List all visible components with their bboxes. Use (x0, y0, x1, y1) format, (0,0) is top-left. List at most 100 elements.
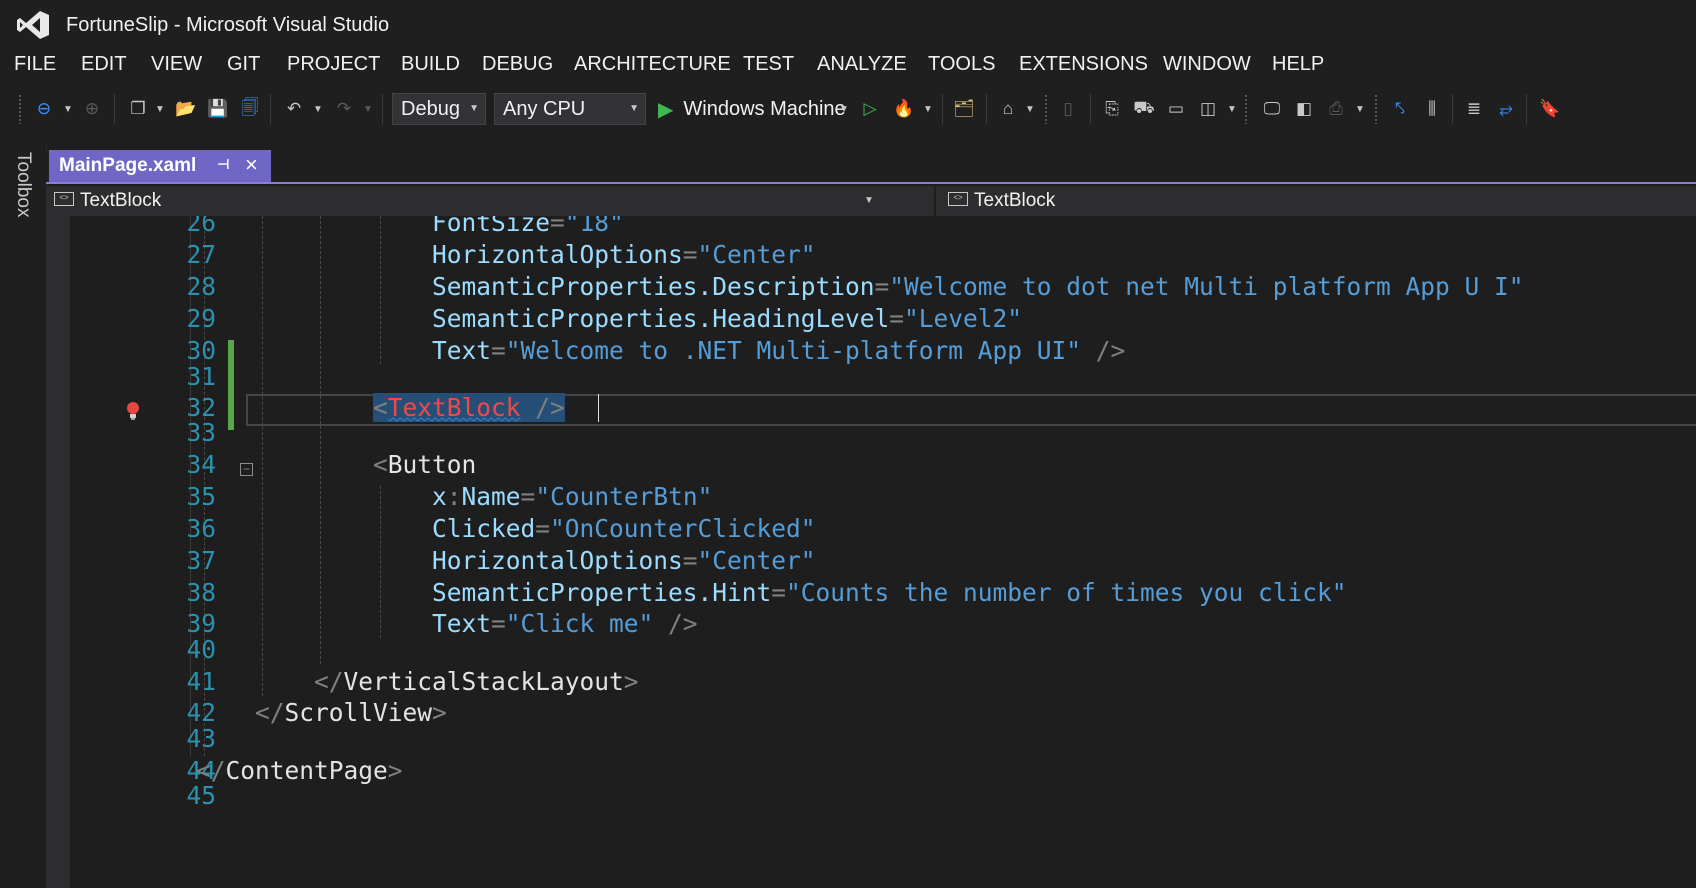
code-text: HorizontalOptions="Center" (432, 546, 816, 575)
code-line: 37 HorizontalOptions="Center" (46, 544, 1696, 576)
save-icon[interactable]: 💾 (206, 96, 230, 122)
close-icon[interactable]: × (245, 152, 258, 178)
toolbar-separator (1526, 94, 1527, 124)
chevron-down-icon[interactable]: ▼ (864, 186, 874, 216)
menu-git[interactable]: GIT (225, 53, 262, 76)
code-line: 29 SemanticProperties.HeadingLevel="Leve… (46, 302, 1696, 334)
menu-help[interactable]: HELP (1270, 53, 1326, 76)
new-project-dropdown-icon[interactable]: ▼ (154, 96, 166, 122)
code-text: SemanticProperties.Hint="Counts the numb… (432, 578, 1347, 607)
bookmark-icon[interactable]: 🔖 (1538, 96, 1562, 122)
member-navigation-dropdown[interactable]: <> TextBlock (948, 186, 1696, 216)
split-view-icon[interactable]: ◧ (1292, 96, 1316, 122)
save-all-icon[interactable]: 🗐 (238, 96, 262, 122)
tab-mainpage-xaml[interactable]: MainPage.xaml ⊣ × (49, 150, 271, 182)
document-tab-strip: MainPage.xaml ⊣ × (46, 150, 1696, 184)
menu-architecture[interactable]: ARCHITECTURE (572, 53, 733, 76)
code-line: 28 SemanticProperties.Description="Welco… (46, 270, 1696, 302)
device-icon[interactable]: ▯ (1056, 96, 1080, 122)
menu-bar: FILE EDIT VIEW GIT PROJECT BUILD DEBUG A… (0, 50, 1696, 80)
menu-file[interactable]: FILE (12, 53, 58, 76)
toolbar-grip[interactable] (1374, 94, 1378, 124)
solution-explorer-icon[interactable]: 🗂 (952, 96, 976, 122)
element-navigation-value: TextBlock (80, 190, 162, 211)
menu-debug[interactable]: DEBUG (480, 53, 555, 76)
select-element-icon[interactable]: ⤣ (1388, 96, 1412, 122)
solution-platform-select[interactable]: Any CPU ▼ (494, 93, 646, 125)
code-editor[interactable]: − 26 FontSize="18" 27 HorizontalOptions=… (46, 216, 1696, 888)
line-number: 45 (186, 781, 216, 810)
print-dropdown-icon[interactable]: ▼ (1354, 96, 1366, 122)
line-number: 26 (186, 216, 216, 237)
comment-lines-icon[interactable]: ≣ (1462, 96, 1486, 122)
code-line: 38 SemanticProperties.Hint="Counts the n… (46, 576, 1696, 608)
android-device-manager-icon[interactable]: ⛟ (1132, 96, 1156, 122)
run-target-dropdown-icon[interactable]: ▼ (838, 96, 850, 122)
navigate-forward-icon[interactable]: ⊕ (80, 96, 104, 122)
element-icon: <> (948, 191, 968, 206)
chevron-down-icon: ▼ (469, 103, 479, 114)
menu-build[interactable]: BUILD (399, 53, 462, 76)
layout-dropdown-icon[interactable]: ▼ (1226, 96, 1238, 122)
code-line: 26 FontSize="18" (46, 216, 1696, 238)
redo-dropdown-icon[interactable]: ▼ (362, 96, 374, 122)
line-number: 41 (186, 667, 216, 696)
open-file-icon[interactable]: 📂 (174, 96, 198, 122)
left-tool-window-strip (0, 144, 47, 888)
toolbox-tab[interactable]: Toolbox (12, 152, 34, 218)
menu-project[interactable]: PROJECT (285, 53, 382, 76)
live-visual-tree-icon[interactable]: ⎘ (1100, 96, 1124, 122)
toolbar-separator (986, 94, 987, 124)
code-line: 33 (46, 416, 1696, 448)
start-debugging-button[interactable]: ▶ Windows Machine (658, 96, 846, 122)
title-bar: FortuneSlip - Microsoft Visual Studio (0, 0, 1696, 50)
element-navigation-dropdown[interactable]: <> TextBlock (54, 186, 874, 216)
new-project-icon[interactable]: ❐ (126, 96, 150, 122)
window-title: FortuneSlip - Microsoft Visual Studio (66, 14, 390, 36)
code-text: FontSize="18" (432, 216, 624, 237)
line-number: 29 (186, 304, 216, 333)
print-icon[interactable]: ⎙ (1324, 96, 1348, 122)
toolbar-grip[interactable] (1044, 94, 1048, 124)
start-without-debugging-icon[interactable]: ▷ (858, 96, 882, 122)
code-text: x:Name="CounterBtn" (432, 482, 713, 511)
menu-extensions[interactable]: EXTENSIONS (1017, 53, 1150, 76)
line-number: 35 (186, 482, 216, 511)
navigate-back-dropdown-icon[interactable]: ▼ (62, 96, 74, 122)
code-line: 45 (46, 779, 1696, 811)
line-number: 33 (186, 418, 216, 447)
code-line: 31 (46, 360, 1696, 392)
undo-dropdown-icon[interactable]: ▼ (312, 96, 324, 122)
browser-link-dropdown-icon[interactable]: ▼ (1024, 96, 1036, 122)
menu-view[interactable]: VIEW (149, 53, 204, 76)
solution-configuration-value: Debug (401, 98, 460, 120)
undo-icon[interactable]: ↶ (282, 96, 306, 122)
layout-icon[interactable]: ◫ (1196, 96, 1220, 122)
hot-reload-dropdown-icon[interactable]: ▼ (922, 96, 934, 122)
toolbar-grip[interactable] (1244, 94, 1248, 124)
line-number: 40 (186, 635, 216, 664)
menu-edit[interactable]: EDIT (79, 53, 129, 76)
display-layout-adorners-icon[interactable]: ⫼ (1420, 96, 1444, 122)
line-number: 34 (186, 450, 216, 479)
menu-window[interactable]: WINDOW (1161, 53, 1253, 76)
toolbar-separator (942, 94, 943, 124)
tab-label: MainPage.xaml (59, 155, 197, 176)
redo-icon[interactable]: ↷ (332, 96, 356, 122)
solution-configuration-select[interactable]: Debug ▼ (392, 93, 486, 125)
menu-test[interactable]: TEST (741, 53, 796, 76)
browser-link-icon[interactable]: ⌂ (996, 96, 1020, 122)
pin-icon[interactable]: ⊣ (217, 156, 230, 173)
code-text: HorizontalOptions="Center" (432, 240, 816, 269)
menu-analyze[interactable]: ANALYZE (815, 53, 909, 76)
terminal-icon[interactable]: ▭ (1164, 96, 1188, 122)
hot-reload-icon[interactable]: 🔥 (892, 96, 916, 122)
navigate-back-icon[interactable]: ⊖ (32, 96, 56, 122)
line-number: 31 (186, 362, 216, 391)
menu-tools[interactable]: TOOLS (926, 53, 997, 76)
line-number: 36 (186, 514, 216, 543)
uncomment-lines-icon[interactable]: ⥂ (1494, 96, 1518, 122)
line-number: 27 (186, 240, 216, 269)
monitor-icon[interactable]: 🖵 (1260, 96, 1284, 122)
toolbar-grip[interactable] (18, 94, 22, 124)
